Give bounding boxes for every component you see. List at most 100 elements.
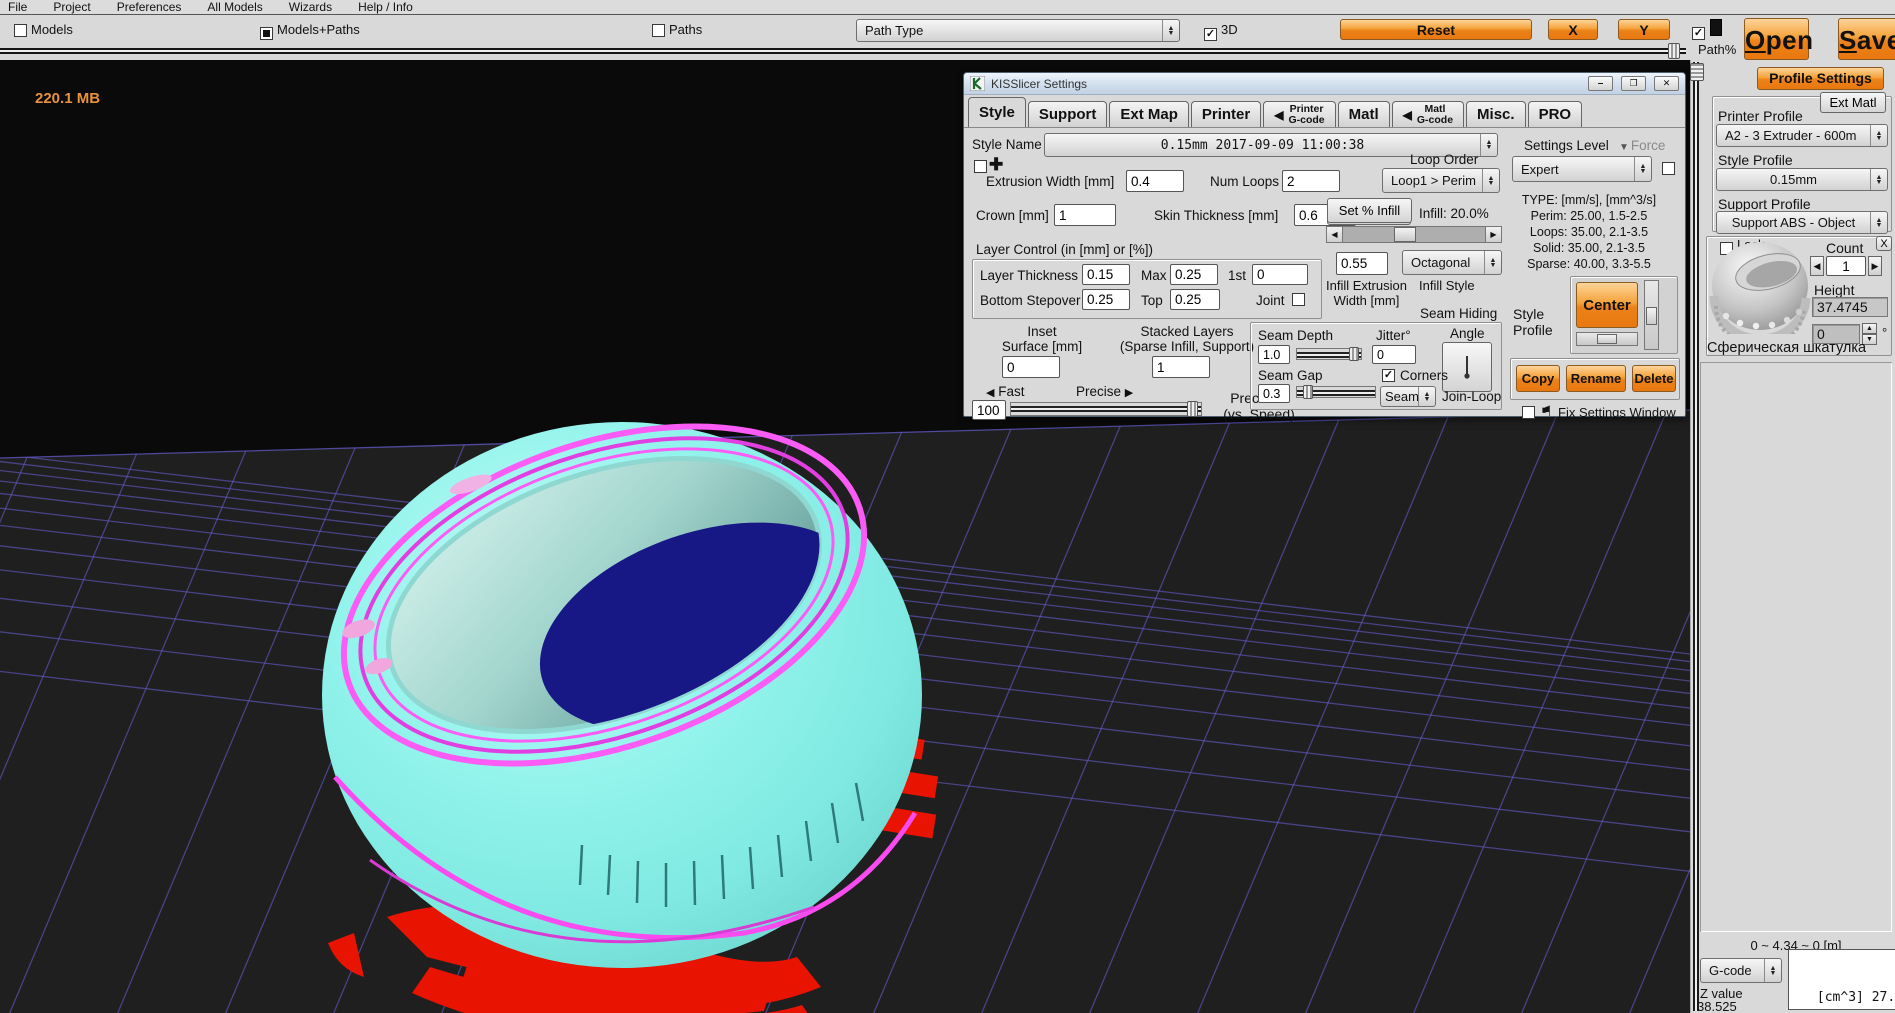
ext-matl-button[interactable]: Ext Matl [1820, 92, 1886, 113]
path-color-checkbox[interactable] [1692, 21, 1705, 40]
settings-window[interactable]: KISSlicer Settings Style Support Ext Map… [963, 72, 1686, 417]
top-input[interactable] [1170, 289, 1220, 310]
seam-gap-input[interactable] [1258, 384, 1290, 403]
paths-checkbox[interactable]: Paths [652, 22, 702, 40]
tab-support[interactable]: Support [1028, 101, 1108, 127]
seam-select[interactable]: Seam [1380, 386, 1436, 407]
infill-scrollbar-thumb[interactable] [1394, 227, 1416, 242]
tab-misc[interactable]: Misc. [1466, 101, 1526, 127]
style-profile-select[interactable]: 0.15mm [1716, 168, 1888, 191]
corners-checkbox[interactable] [1382, 369, 1395, 382]
seam-depth-input[interactable] [1258, 345, 1290, 364]
sidebar-vslider-thumb[interactable] [1690, 63, 1704, 81]
stepper-icon[interactable] [1870, 125, 1887, 146]
menu-all-models[interactable]: All Models [207, 0, 262, 14]
joint-checkbox[interactable] [1292, 293, 1305, 306]
gcode-select[interactable]: G-code [1700, 958, 1782, 983]
path-percent-slider-thumb[interactable] [1668, 43, 1680, 59]
count-decrement[interactable]: ◀ [1810, 256, 1824, 276]
menu-project[interactable]: Project [53, 0, 90, 14]
seam-gap-slider[interactable] [1296, 386, 1376, 398]
first-layer-input[interactable] [1252, 264, 1308, 285]
tab-style[interactable]: Style [968, 97, 1026, 127]
infill-extrusion-input[interactable] [1336, 252, 1388, 275]
models-list-panel[interactable] [1700, 362, 1892, 932]
extrusion-width-input[interactable] [1126, 170, 1184, 192]
precision-value[interactable] [972, 400, 1006, 420]
count-increment[interactable]: ▶ [1868, 256, 1882, 276]
max-input[interactable] [1170, 264, 1218, 285]
menu-file[interactable]: File [8, 0, 27, 14]
stepper-icon[interactable] [1418, 387, 1435, 406]
tab-matl-gcode[interactable]: MatlG-code [1392, 101, 1464, 127]
scroll-right-icon[interactable]: ▶ [1485, 227, 1501, 242]
stacked-layers-input[interactable] [1152, 356, 1210, 378]
plus-icon[interactable]: ✚ [989, 155, 1003, 175]
stepper-icon[interactable] [1870, 212, 1887, 233]
rotate-x-button[interactable]: X [1548, 19, 1598, 40]
stepper-icon[interactable] [1870, 169, 1887, 190]
printer-profile-select[interactable]: A2 - 3 Extruder - 600m [1716, 124, 1888, 147]
precision-slider-thumb[interactable] [1187, 401, 1198, 417]
support-profile-select[interactable]: Support ABS - Object [1716, 211, 1888, 234]
stepper-icon[interactable] [1482, 169, 1499, 192]
tab-matl[interactable]: Matl [1338, 101, 1390, 127]
stepper-icon[interactable] [1764, 959, 1781, 982]
tab-pro[interactable]: PRO [1528, 101, 1583, 127]
infill-style-select[interactable]: Octagonal [1402, 250, 1502, 275]
seam-gap-slider-thumb[interactable] [1303, 385, 1313, 399]
num-loops-input[interactable] [1282, 170, 1340, 192]
precision-slider[interactable] [1010, 402, 1202, 416]
jitter-input[interactable] [1372, 345, 1416, 364]
path-type-select[interactable]: Path Type [856, 19, 1180, 42]
minimize-button[interactable] [1588, 76, 1613, 91]
layer-thickness-input[interactable] [1082, 264, 1130, 285]
new-style-checkbox[interactable] [974, 160, 987, 173]
rename-button[interactable]: Rename [1566, 365, 1626, 392]
tab-ext-map[interactable]: Ext Map [1109, 101, 1189, 127]
menu-wizards[interactable]: Wizards [289, 0, 332, 14]
path-percent-slider[interactable] [0, 46, 1686, 56]
angle-dial-button[interactable] [1442, 342, 1492, 392]
save-button[interactable]: Save [1838, 18, 1895, 60]
close-button[interactable] [1654, 76, 1679, 91]
tab-printer-gcode[interactable]: PrinterG-code [1263, 101, 1335, 127]
stepper-icon[interactable] [1162, 20, 1179, 41]
infill-scrollbar[interactable]: ◀ ▶ [1326, 226, 1502, 243]
open-button[interactable]: Open [1744, 18, 1809, 60]
copy-button[interactable]: Copy [1516, 365, 1560, 392]
models-checkbox[interactable]: Models [14, 22, 73, 40]
center-vscroll-thumb[interactable] [1646, 307, 1657, 325]
scroll-left-icon[interactable]: ◀ [1327, 227, 1343, 242]
set-percent-infill-button[interactable]: Set % Infill [1327, 198, 1412, 223]
seam-depth-slider[interactable] [1296, 348, 1362, 360]
crown-input[interactable] [1054, 204, 1116, 226]
center-hscroll[interactable] [1576, 332, 1638, 346]
rotate-y-button[interactable]: Y [1618, 19, 1670, 40]
count-input[interactable] [1826, 256, 1866, 276]
delete-button[interactable]: Delete [1632, 365, 1676, 392]
inset-surface-input[interactable] [1002, 356, 1060, 378]
force-checkbox[interactable] [1662, 162, 1675, 175]
stepper-icon[interactable] [1480, 134, 1497, 156]
menu-preferences[interactable]: Preferences [117, 0, 182, 14]
fix-settings-checkbox[interactable] [1522, 406, 1535, 419]
3d-checkbox[interactable]: 3D [1204, 22, 1238, 41]
spin-up-icon[interactable]: ▲ [1862, 323, 1877, 334]
center-button[interactable]: Center [1576, 282, 1638, 328]
path-color-swatch[interactable] [1710, 19, 1722, 36]
center-hscroll-thumb[interactable] [1597, 334, 1617, 344]
profile-settings-button[interactable]: Profile Settings [1757, 67, 1884, 90]
seam-depth-slider-thumb[interactable] [1349, 347, 1359, 361]
bottom-stepover-input[interactable] [1082, 289, 1130, 310]
maximize-button[interactable] [1621, 76, 1646, 91]
settings-titlebar[interactable]: KISSlicer Settings [964, 73, 1685, 95]
tab-printer[interactable]: Printer [1191, 101, 1261, 127]
models-paths-checkbox[interactable]: Models+Paths [260, 22, 360, 40]
stepper-icon[interactable] [1634, 157, 1651, 181]
center-vscroll[interactable] [1644, 280, 1659, 350]
menu-help[interactable]: Help / Info [358, 0, 413, 14]
loop-order-select[interactable]: Loop1 > Perim [1382, 168, 1500, 193]
model-remove-button[interactable]: X [1876, 236, 1892, 251]
settings-level-select[interactable]: Expert [1512, 156, 1652, 182]
